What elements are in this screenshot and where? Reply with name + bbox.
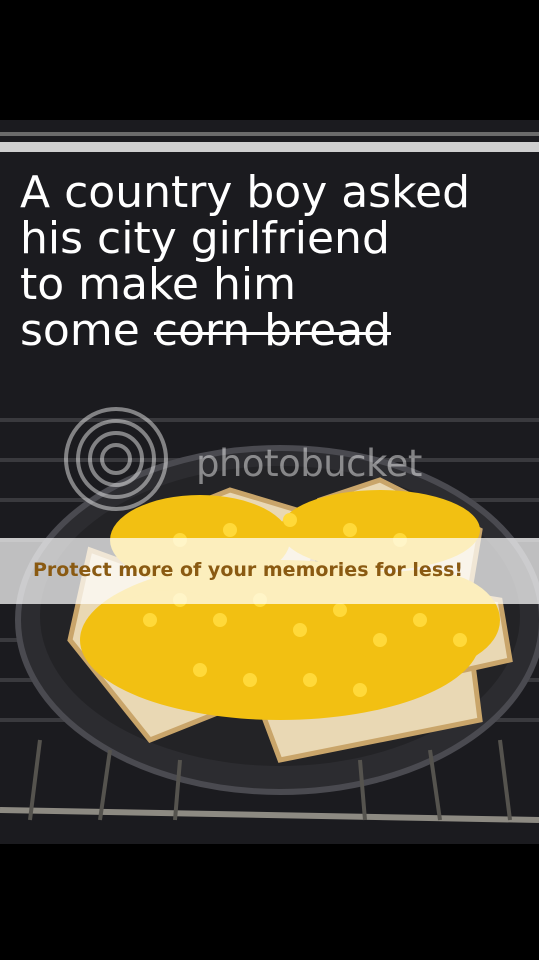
- photobucket-logo-icon: [64, 407, 168, 511]
- caption-line: A country boy asked: [20, 167, 471, 218]
- caption-line: to make him: [20, 259, 296, 310]
- caption-text: some: [20, 305, 154, 356]
- caption-line: his city girlfriend: [20, 213, 390, 264]
- photobucket-watermark: photobucket: [62, 404, 482, 514]
- promo-text[interactable]: Protect more of your memories for less!: [33, 559, 463, 581]
- watermark-brand: photobucket: [196, 442, 422, 485]
- caption-line: some corn bread: [20, 308, 535, 354]
- struck-text: corn bread: [153, 305, 392, 356]
- promo-banner[interactable]: Protect more of your memories for less!: [0, 538, 539, 604]
- meme-caption: A country boy asked his city girlfriend …: [20, 170, 535, 354]
